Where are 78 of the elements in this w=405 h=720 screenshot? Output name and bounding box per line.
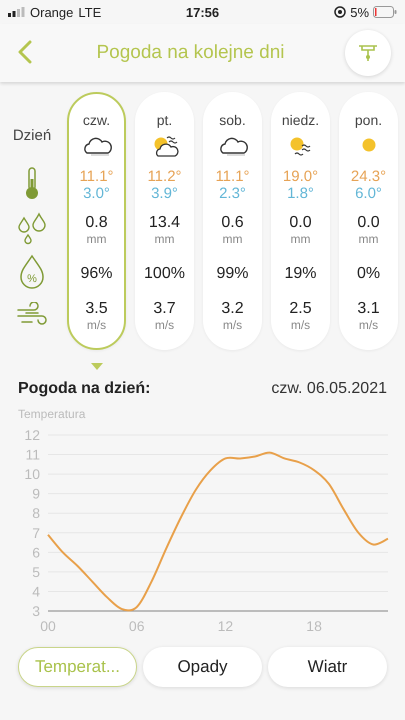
carrier-name: Orange: [30, 4, 74, 20]
y-tick-label: 6: [32, 544, 40, 560]
wind-value: 2.5: [289, 300, 312, 318]
y-tick-label: 8: [32, 505, 40, 522]
unit-label: mm: [86, 232, 106, 246]
wind-value: 3.1: [357, 300, 380, 318]
section-title: Pogoda na dzień:: [18, 380, 150, 398]
orientation-lock-icon: [334, 6, 346, 18]
tab[interactable]: Opady: [143, 647, 262, 687]
high-temperature: 11.2°: [147, 168, 182, 185]
network-type: LTE: [78, 4, 102, 20]
day-card[interactable]: pt. 11.2° 3.9° 13.4 mm 100% 3.7 m/s: [135, 92, 194, 350]
low-temperature: 3.0°: [83, 185, 110, 202]
battery-icon: [373, 6, 398, 18]
unit-label: mm: [222, 232, 242, 246]
day-name: czw.: [82, 112, 110, 128]
day-card[interactable]: pon. 24.3° 6.0° 0.0 mm 0% 3.1 m/s: [339, 92, 398, 350]
precipitation-value: 13.4: [148, 214, 180, 232]
row-label: Dzień: [12, 126, 52, 144]
unit-label: mm: [290, 232, 310, 246]
clock: 17:56: [186, 4, 220, 20]
battery-percent: 5%: [350, 4, 370, 20]
y-tick-label: 7: [32, 524, 40, 541]
unit-label: m/s: [290, 318, 310, 332]
x-tick-label: 12: [218, 618, 234, 634]
chevron-left-icon: [18, 40, 32, 64]
unit-label: mm: [358, 232, 378, 246]
series-label: Temperatura: [18, 407, 86, 421]
signal-icon: [8, 7, 25, 17]
wind-icon: [16, 302, 48, 326]
y-tick-label: 5: [32, 564, 40, 580]
wind-value: 3.2: [221, 300, 244, 318]
unit-label: m/s: [222, 318, 242, 332]
unit-label: m/s: [86, 318, 106, 332]
sprinkler-icon[interactable]: [357, 43, 379, 63]
x-tick-label: 00: [40, 618, 56, 634]
day-card[interactable]: sob. 11.1° 2.3° 0.6 mm 99% 3.2 m/s: [203, 92, 262, 350]
sprinkler-button[interactable]: [345, 30, 391, 76]
unit-label: mm: [154, 232, 174, 246]
unit-label: m/s: [154, 318, 174, 332]
precipitation-value: 0.0: [357, 214, 380, 232]
humidity-value: 99%: [216, 265, 249, 283]
low-temperature: 1.8°: [287, 185, 314, 202]
unit-label: m/s: [358, 318, 378, 332]
precipitation-value: 0.0: [289, 214, 312, 232]
high-temperature: 19.0°: [282, 168, 318, 185]
day-name: pt.: [156, 112, 172, 128]
x-tick-label: 18: [306, 618, 322, 634]
wind-value: 3.7: [153, 300, 176, 318]
day-name: pon.: [354, 112, 382, 128]
y-tick-label: 12: [24, 427, 40, 443]
y-tick-label: 3: [32, 603, 40, 619]
date-label: czw. 06.05.2021: [271, 380, 387, 398]
y-tick-label: 10: [24, 466, 40, 482]
day-name: sob.: [219, 112, 246, 128]
wind-value: 3.5: [85, 300, 108, 318]
y-tick-label: 9: [32, 486, 40, 502]
humidity-value: 100%: [144, 265, 185, 283]
high-temperature: 24.3°: [350, 168, 386, 185]
day-name: niedz.: [282, 112, 320, 128]
low-temperature: 2.3°: [219, 185, 246, 202]
low-temperature: 3.9°: [151, 185, 178, 202]
x-tick-label: 06: [128, 618, 144, 634]
y-tick-label: 4: [32, 583, 40, 600]
humidity-value: 96%: [80, 265, 113, 283]
precipitation-value: 0.6: [221, 214, 244, 232]
high-temperature: 11.1°: [79, 168, 114, 185]
water-drops-icon: [17, 212, 47, 244]
y-tick-label: 11: [25, 446, 40, 463]
humidity-value: 19%: [284, 265, 317, 283]
high-temperature: 11.1°: [215, 168, 250, 185]
tab[interactable]: Wiatr: [268, 647, 387, 687]
screen-title: Pogoda na kolejne dni: [95, 42, 286, 64]
humidity-value: 0%: [356, 265, 380, 283]
precipitation-value: 0.8: [85, 214, 108, 232]
day-card[interactable]: niedz. 19.0° 1.8° 0.0 mm 19% 2.5 m/s: [271, 92, 330, 350]
pointer-icon: [91, 363, 103, 370]
low-temperature: 6.0°: [355, 185, 382, 202]
